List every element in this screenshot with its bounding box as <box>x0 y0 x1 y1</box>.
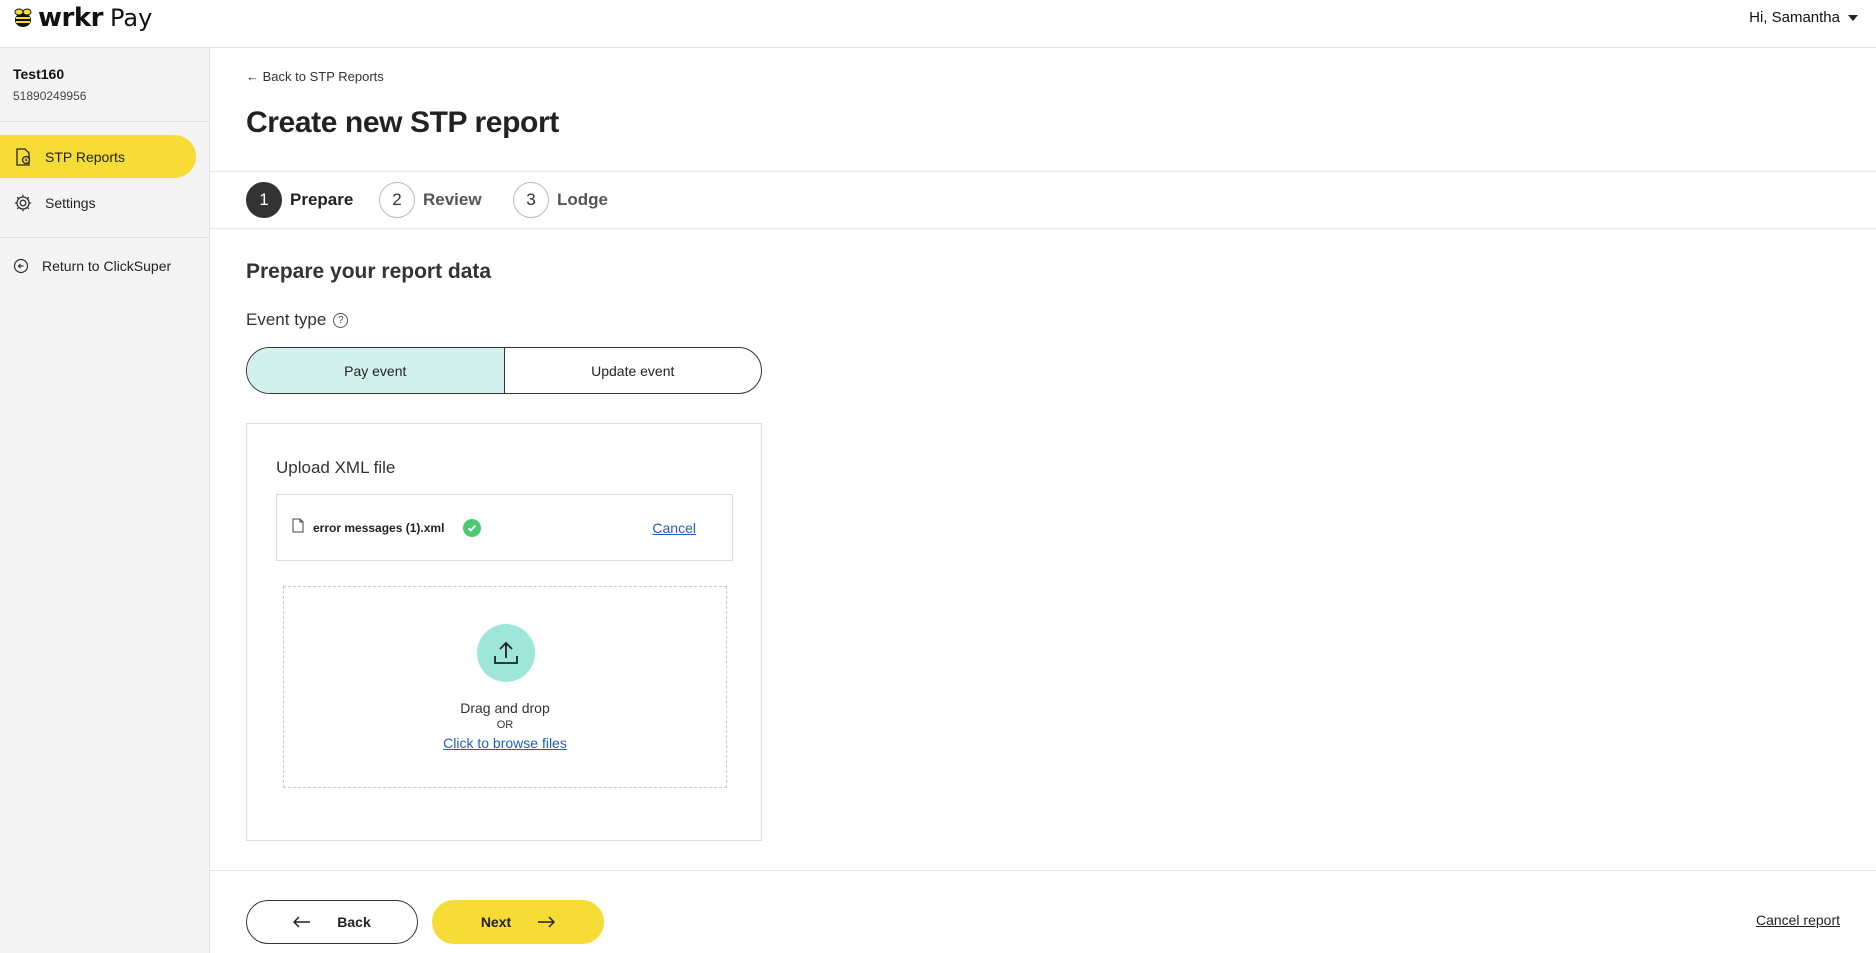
or-text: OR <box>496 719 514 731</box>
upload-title: Upload XML file <box>276 458 396 477</box>
sidebar-item-label: STP Reports <box>45 148 125 165</box>
return-label: Return to ClickSuper <box>42 258 172 274</box>
pay-event-option[interactable]: Pay event <box>247 348 505 393</box>
sidebar-divider <box>0 237 210 238</box>
page-title: Create new STP report <box>246 106 559 139</box>
upload-icon[interactable] <box>477 624 535 682</box>
sidebar-nav: STP Reports Settings <box>0 122 209 224</box>
organisation-info: Test160 51890249956 <box>0 48 209 122</box>
section-title: Prepare your report data <box>246 260 492 283</box>
browse-files-link[interactable]: Click to browse files <box>284 735 726 751</box>
cancel-upload-link[interactable]: Cancel <box>652 520 696 536</box>
back-link-label: Back to STP Reports <box>262 69 384 84</box>
product-name: Pay <box>109 4 153 32</box>
bee-logo-icon <box>14 8 32 27</box>
arrow-right-icon <box>538 916 556 928</box>
upload-card: Upload XML file error messages (1).xml C… <box>246 423 762 841</box>
step-number: 3 <box>513 182 549 218</box>
event-type-label: Event type ? <box>246 310 349 330</box>
user-menu[interactable]: Hi, Samantha <box>1749 9 1858 26</box>
event-type-toggle: Pay event Update event <box>246 347 762 394</box>
step-label: Lodge <box>557 190 608 209</box>
stepper: 1 Prepare 2 Review 3 Lodge <box>210 171 1876 229</box>
gear-icon <box>13 193 33 213</box>
sidebar: Test160 51890249956 STP Reports Settings… <box>0 48 210 953</box>
back-button[interactable]: Back <box>246 900 418 944</box>
step-prepare[interactable]: 1 Prepare <box>246 182 353 218</box>
uploaded-file-row: error messages (1).xml Cancel <box>276 494 733 561</box>
file-icon <box>292 518 304 533</box>
main-content: ← Back to STP Reports Create new STP rep… <box>210 48 1876 953</box>
next-button[interactable]: Next <box>432 900 604 944</box>
sidebar-item-stp-reports[interactable]: STP Reports <box>0 135 196 178</box>
return-to-clicksuper-link[interactable]: Return to ClickSuper <box>0 248 209 284</box>
drag-drop-text: Drag and drop <box>460 700 550 716</box>
arrow-left-icon <box>293 916 311 928</box>
wrkr-pay-logo[interactable]: wrkr Pay <box>12 3 153 33</box>
back-button-label: Back <box>337 914 371 930</box>
step-number: 1 <box>246 182 282 218</box>
check-circle-icon <box>463 519 481 537</box>
step-review[interactable]: 2 Review <box>379 182 482 218</box>
stp-report-icon <box>13 147 33 167</box>
brand-name: wrkr <box>38 3 103 33</box>
sidebar-item-label: Settings <box>45 194 96 211</box>
file-name: error messages (1).xml <box>313 521 445 535</box>
step-number: 2 <box>379 182 415 218</box>
event-type-text: Event type <box>246 310 327 329</box>
help-icon[interactable]: ? <box>333 312 349 328</box>
update-event-option[interactable]: Update event <box>505 348 762 393</box>
org-number: 51890249956 <box>13 89 87 103</box>
next-button-label: Next <box>480 914 512 930</box>
arrow-left-circle-icon <box>13 258 29 274</box>
file-dropzone[interactable]: Drag and drop OR Click to browse files <box>283 586 727 788</box>
arrow-left-icon: ← <box>246 69 259 84</box>
step-lodge[interactable]: 3 Lodge <box>513 182 608 218</box>
step-label: Prepare <box>290 190 354 209</box>
sidebar-item-settings[interactable]: Settings <box>0 181 196 224</box>
back-to-stp-reports-link[interactable]: ← Back to STP Reports <box>246 69 384 84</box>
chevron-down-icon <box>1848 14 1858 21</box>
top-bar: wrkr Pay Hi, Samantha <box>0 0 1876 48</box>
step-label: Review <box>423 190 482 209</box>
user-greeting: Hi, Samantha <box>1749 9 1840 26</box>
footer-divider <box>210 870 1876 871</box>
org-name: Test160 <box>13 66 65 82</box>
cancel-report-link[interactable]: Cancel report <box>1756 912 1840 928</box>
